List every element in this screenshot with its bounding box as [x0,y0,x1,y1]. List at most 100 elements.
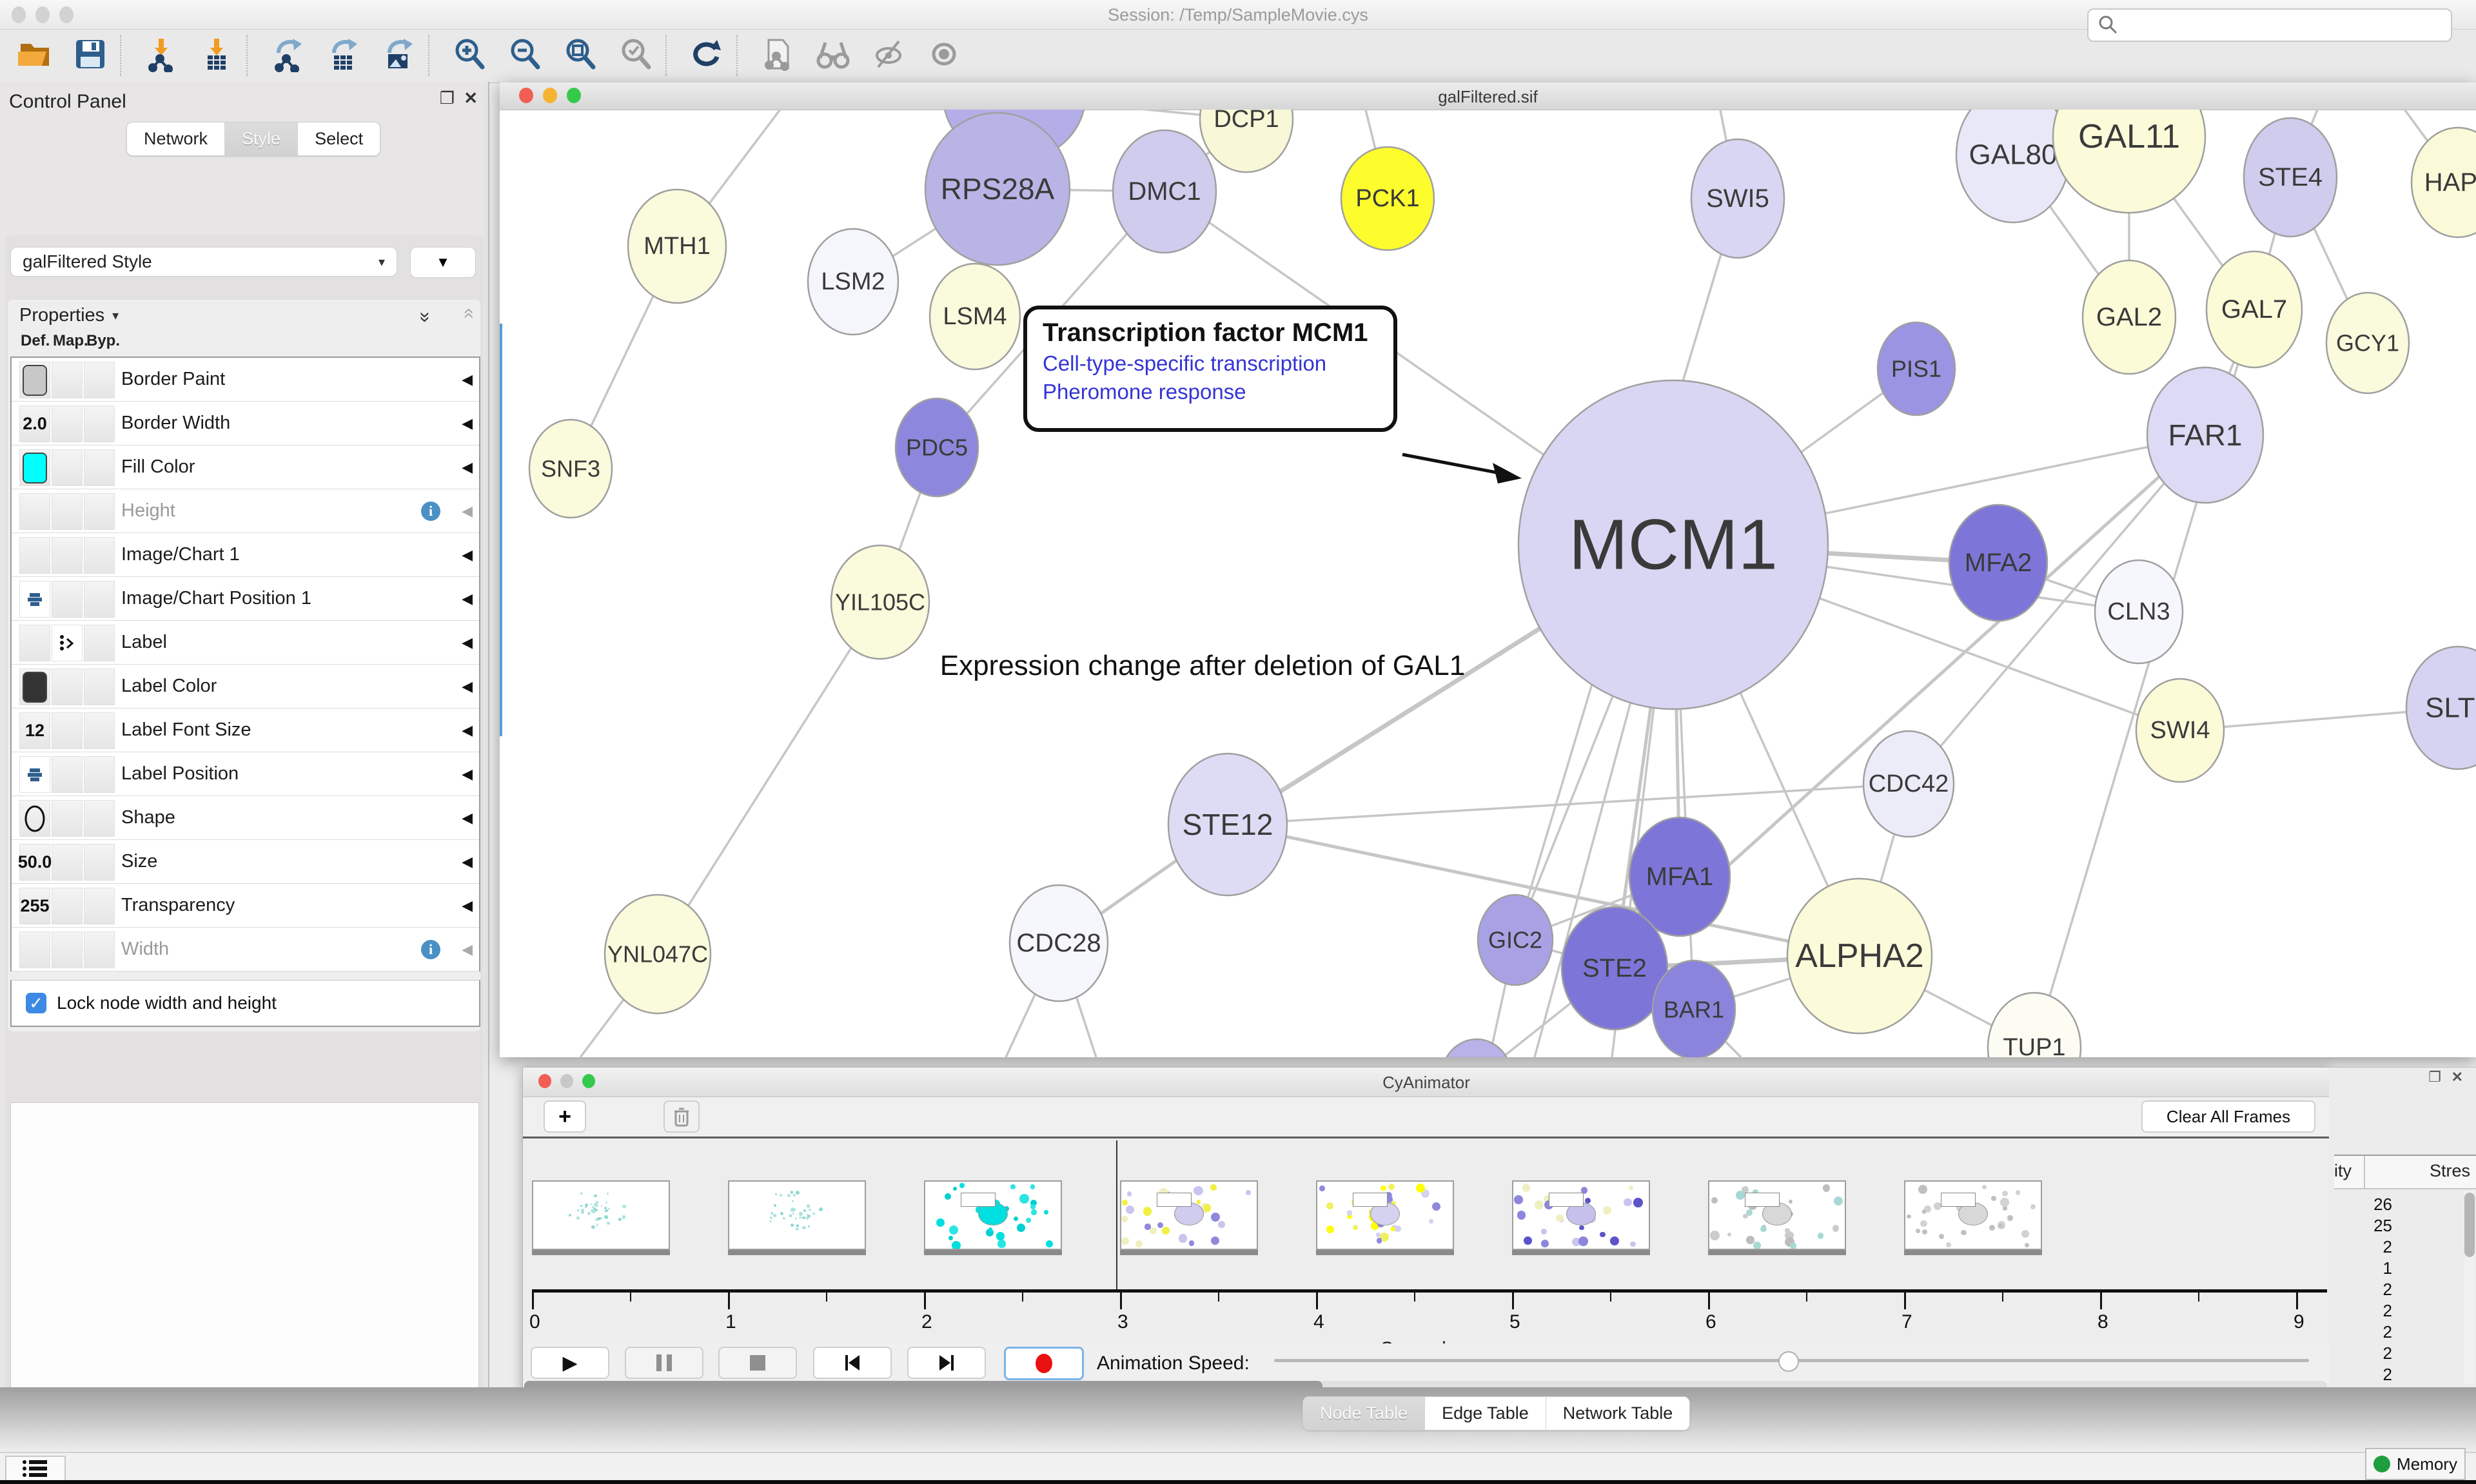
network-node-PIS1[interactable]: PIS1 [1878,322,1955,415]
default-value-cell[interactable] [19,800,50,837]
network-node-DCP1[interactable]: DCP1 [1200,110,1293,172]
export-network-icon[interactable] [270,36,306,75]
default-value-cell[interactable] [19,756,50,793]
network-node-GAL80[interactable]: GAL80 [1956,110,2070,222]
save-icon[interactable] [72,36,108,75]
tab-network-table[interactable]: Network Table [1546,1397,1690,1430]
mapping-cell[interactable] [52,493,83,530]
network-node-MTH1[interactable]: MTH1 [628,190,726,303]
default-value-cell[interactable]: 12 [19,712,50,749]
network-node-TUP1[interactable]: TUP1 [1988,993,2081,1057]
style-options-button[interactable]: ▼ [410,247,476,278]
bypass-cell[interactable] [84,581,115,618]
mapping-cell[interactable] [52,405,83,442]
clear-all-frames-button[interactable]: Clear All Frames [2141,1100,2315,1133]
import-network-icon[interactable] [143,36,179,75]
network-node-GAL2[interactable]: GAL2 [2083,260,2176,374]
open-folder-icon[interactable] [17,36,53,75]
frame-thumbnail-2[interactable] [924,1180,1062,1250]
annotation-box[interactable]: Transcription factor MCM1 Cell-type-spec… [1023,306,1397,432]
zoom-in-icon[interactable] [451,36,487,75]
network-node-BAR1[interactable]: BAR1 [1653,961,1735,1057]
frame-thumbnail-6[interactable] [1708,1180,1846,1250]
property-row-height[interactable]: Heighti◀ [12,489,479,533]
expand-row-icon[interactable]: ◀ [462,854,473,870]
property-row-label-position[interactable]: Label Position◀ [12,752,479,796]
expand-row-icon[interactable]: ◀ [462,722,473,739]
default-value-cell[interactable] [19,493,50,530]
tab-network[interactable]: Network [127,122,225,155]
column-header[interactable]: Stres [2430,1161,2470,1181]
add-frame-button[interactable]: + [544,1100,586,1133]
property-row-width[interactable]: Widthi◀ [12,928,479,971]
default-value-cell[interactable] [19,581,50,618]
expand-row-icon[interactable]: ◀ [462,503,473,520]
property-row-image-chart-1[interactable]: Image/Chart 1◀ [12,533,479,577]
property-row-border-width[interactable]: 2.0Border Width◀ [12,402,479,445]
close-panel-icon[interactable]: ✕ [464,88,478,108]
bypass-cell[interactable] [84,362,115,398]
mapping-cell[interactable] [52,625,83,661]
play-button[interactable]: ▶ [531,1347,609,1379]
network-node-GAL7[interactable]: GAL7 [2206,251,2302,367]
record-button[interactable] [1004,1347,1084,1380]
zoom-fit-icon[interactable] [562,36,598,75]
frame-thumbnail-3[interactable] [1120,1180,1258,1250]
frame-thumbnail-4[interactable] [1316,1180,1454,1250]
expand-row-icon[interactable]: ◀ [462,591,473,607]
expand-row-icon[interactable]: ◀ [462,678,473,695]
network-document-icon[interactable] [760,36,796,75]
table-column-headers[interactable]: ity Stres [2334,1155,2476,1189]
network-node-RPS28A[interactable]: RPS28A [925,113,1070,265]
mapping-cell[interactable] [52,888,83,924]
close-panel-icon[interactable]: ✕ [2451,1069,2463,1086]
column-divider[interactable] [2364,1156,2365,1188]
skip-to-start-button[interactable] [813,1347,892,1379]
refresh-icon[interactable] [689,36,725,75]
tab-node-table[interactable]: Node Table [1303,1397,1425,1430]
expand-row-icon[interactable]: ◀ [462,941,473,958]
tab-edge-table[interactable]: Edge Table [1425,1397,1546,1430]
network-node-PCK1[interactable]: PCK1 [1341,147,1434,250]
mapping-cell[interactable] [52,362,83,398]
zoom-selected-icon[interactable] [618,36,654,75]
mapping-cell[interactable] [52,712,83,749]
mapping-cell[interactable] [52,756,83,793]
delete-frame-button[interactable] [663,1100,700,1133]
expand-row-icon[interactable]: ◀ [462,371,473,388]
network-node-CDC28[interactable]: CDC28 [1010,885,1108,1001]
mapping-cell[interactable] [52,800,83,837]
annotation-link[interactable]: Cell-type-specific transcription [1043,351,1378,376]
info-icon[interactable]: i [421,502,440,521]
eye-icon[interactable] [926,36,962,75]
memory-status-button[interactable]: Memory [2365,1448,2466,1480]
property-row-shape[interactable]: Shape◀ [12,796,479,840]
network-node-YIL105C[interactable]: YIL105C [831,545,929,659]
eye-hidden-icon[interactable] [870,36,907,75]
default-value-cell[interactable] [19,932,50,968]
network-node-FAR1[interactable]: FAR1 [2147,367,2263,503]
expand-row-icon[interactable]: ◀ [462,547,473,563]
network-node-GAL11[interactable]: GAL11 [2053,110,2205,213]
skip-to-end-button[interactable] [907,1347,986,1379]
export-image-icon[interactable] [380,36,417,75]
mapping-cell[interactable] [52,932,83,968]
timeline-playhead[interactable] [1116,1140,1117,1289]
bypass-cell[interactable] [84,405,115,442]
search-input[interactable] [2087,8,2452,42]
network-node-STE2[interactable]: STE2 [1562,907,1667,1030]
network-node-STE4[interactable]: STE4 [2244,118,2337,237]
bypass-cell[interactable] [84,493,115,530]
default-value-cell[interactable] [19,449,50,486]
frame-thumbnail-1[interactable] [728,1180,866,1250]
network-canvas[interactable]: RPS28ADMC1DCP1PCK1MTH1LSM2LSM4SNF3PDC5YI… [500,110,2476,1057]
bypass-cell[interactable] [84,888,115,924]
network-node-DMC1[interactable]: DMC1 [1113,130,1216,253]
frame-thumbnail-5[interactable] [1512,1180,1650,1250]
float-panel-icon[interactable]: ❐ [2428,1069,2441,1086]
bypass-cell[interactable] [84,756,115,793]
expand-row-icon[interactable]: ◀ [462,810,473,826]
network-node-YNL047C[interactable]: YNL047C [605,895,711,1013]
collapse-all-icon[interactable]: » [457,312,479,319]
network-node-SLT2[interactable]: SLT2 [2406,647,2476,769]
